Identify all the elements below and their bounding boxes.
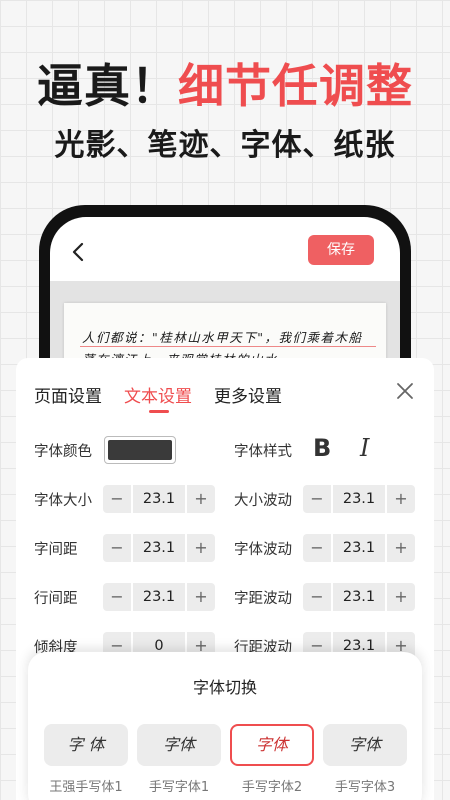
font-option-card[interactable]: 字体 [137, 724, 221, 766]
font-color-picker[interactable] [104, 436, 176, 464]
font-color-label: 字体颜色 [34, 444, 92, 460]
headline: 逼真！细节任调整 [0, 58, 450, 114]
letter-spacing-label: 字间距 [34, 542, 78, 558]
increment-button[interactable]: + [187, 534, 215, 562]
bold-button[interactable]: B [313, 434, 331, 462]
tab-more-settings[interactable]: 更多设置 [214, 382, 282, 407]
font-variation-label: 字体波动 [234, 542, 292, 558]
font-option-name: 手写字体3 [334, 780, 396, 795]
letter-spacing-stepper: − 23.1 + [103, 534, 215, 562]
line-spacing-stepper: − 23.1 + [103, 583, 215, 611]
decrement-button[interactable]: − [303, 534, 331, 562]
font-size-value[interactable]: 23.1 [133, 485, 185, 513]
back-arrow-icon[interactable] [68, 241, 90, 263]
font-switch-title: 字体切换 [192, 678, 257, 697]
char-spacing-variation-stepper: − 23.1 + [303, 583, 415, 611]
italic-button[interactable]: I [360, 434, 369, 462]
decrement-button[interactable]: − [103, 534, 131, 562]
font-variation-stepper: − 23.1 + [303, 534, 415, 562]
line-spacing-value[interactable]: 23.1 [133, 583, 185, 611]
close-icon[interactable] [396, 382, 414, 400]
increment-button[interactable]: + [387, 485, 415, 513]
char-spacing-variation-label: 字距波动 [234, 591, 292, 607]
increment-button[interactable]: + [387, 583, 415, 611]
font-switch-panel: 字体切换 字 体 王强手写体1 字体 手写字体1 字体 手写字体2 字体 手写字… [28, 652, 422, 800]
font-option-card-selected[interactable]: 字体 [230, 724, 314, 766]
subheadline: 光影、笔迹、字体、纸张 [54, 128, 396, 163]
char-spacing-variation-value[interactable]: 23.1 [333, 583, 385, 611]
font-option-card[interactable]: 字 体 [44, 724, 128, 766]
font-variation-value[interactable]: 23.1 [333, 534, 385, 562]
tab-text-settings[interactable]: 文本设置 [124, 382, 192, 407]
line-spacing-label: 行间距 [34, 591, 78, 607]
active-tab-indicator [149, 410, 169, 413]
increment-button[interactable]: + [387, 534, 415, 562]
decrement-button[interactable]: − [303, 583, 331, 611]
increment-button[interactable]: + [187, 583, 215, 611]
font-style-label: 字体样式 [234, 444, 292, 460]
tab-page-settings[interactable]: 页面设置 [34, 382, 102, 407]
letter-spacing-value[interactable]: 23.1 [133, 534, 185, 562]
decrement-button[interactable]: − [103, 485, 131, 513]
font-color-fill [108, 440, 172, 460]
size-variation-value[interactable]: 23.1 [333, 485, 385, 513]
font-size-label: 字体大小 [34, 493, 92, 509]
save-button[interactable]: 保存 [308, 235, 374, 265]
font-option-name: 手写字体1 [148, 780, 210, 795]
headline-part2: 细节任调整 [178, 59, 413, 113]
headline-part1: 逼真！ [37, 59, 178, 113]
font-size-stepper: − 23.1 + [103, 485, 215, 513]
font-option-name: 王强手写体1 [49, 780, 123, 795]
paper-rule [80, 346, 376, 347]
decrement-button[interactable]: − [103, 583, 131, 611]
handwriting-line: 人们都说："桂林山水甲天下"，我们乘着木船 [82, 330, 363, 345]
size-variation-stepper: − 23.1 + [303, 485, 415, 513]
size-variation-label: 大小波动 [234, 493, 292, 509]
font-option-card[interactable]: 字体 [323, 724, 407, 766]
font-option-name: 手写字体2 [241, 780, 303, 795]
decrement-button[interactable]: − [303, 485, 331, 513]
increment-button[interactable]: + [187, 485, 215, 513]
